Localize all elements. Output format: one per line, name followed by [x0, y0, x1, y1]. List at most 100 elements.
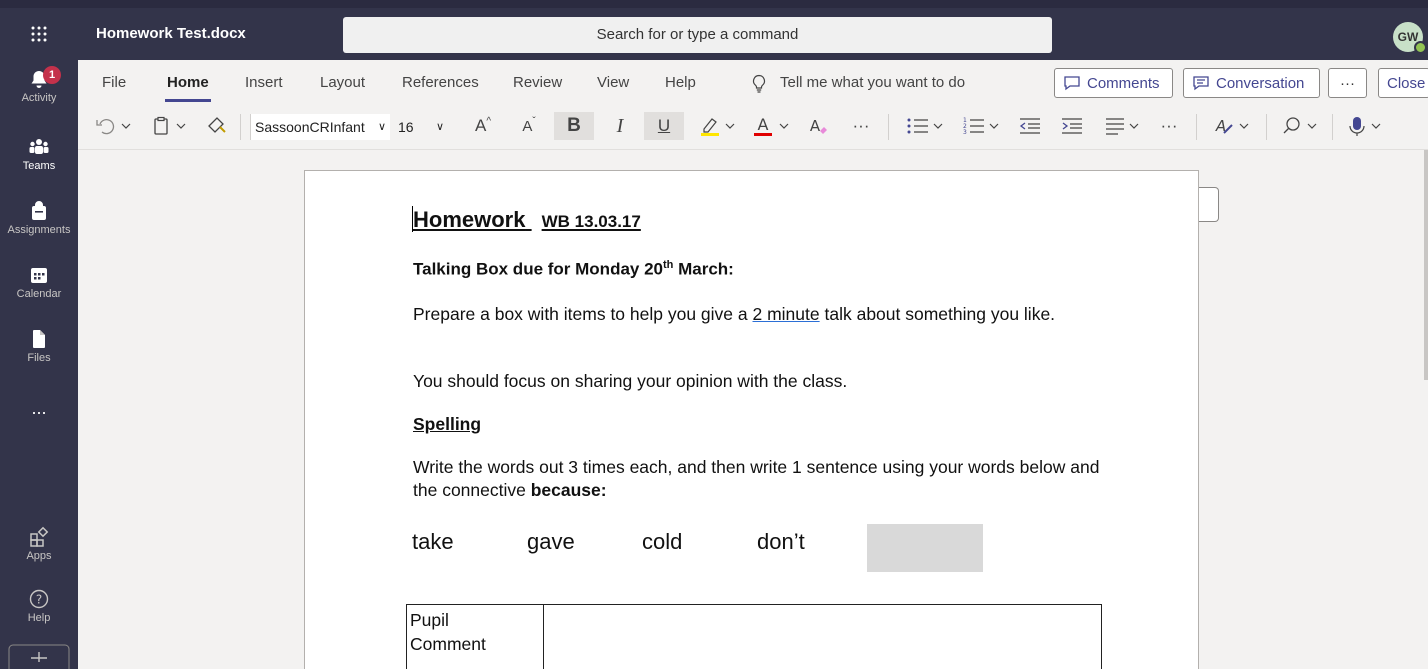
- italic-icon: I: [616, 114, 624, 137]
- file-icon: [33, 330, 45, 348]
- grow-font-button[interactable]: A ^: [468, 112, 498, 140]
- heading-homework: Homework: [413, 207, 526, 232]
- talking-box-text-end: March:: [673, 259, 734, 279]
- help-icon: ?: [29, 589, 49, 609]
- tab-file[interactable]: File: [102, 74, 126, 91]
- font-name-select[interactable]: SassoonCRInfant ∨: [250, 114, 390, 140]
- microphone-icon: [1349, 117, 1381, 136]
- styles-button[interactable]: A: [1210, 112, 1256, 140]
- activity-badge: 1: [43, 66, 61, 84]
- lightbulb-icon: [753, 74, 765, 93]
- table-label-line: Pupil: [410, 610, 449, 630]
- highlight-button[interactable]: [696, 112, 742, 140]
- svg-text:3: 3: [963, 129, 967, 136]
- more-options-button[interactable]: ···: [1328, 68, 1367, 98]
- talking-box-sup: th: [663, 259, 674, 271]
- more-options-icon: ···: [1340, 74, 1355, 92]
- font-color-button[interactable]: A: [750, 112, 796, 140]
- rail-item-calendar[interactable]: Calendar: [0, 264, 78, 300]
- pupil-comment-table: Pupil Comment: [406, 604, 1102, 669]
- align-button[interactable]: [1102, 112, 1150, 140]
- rail-item-activity[interactable]: 1 Activity: [0, 66, 78, 104]
- font-size-select[interactable]: 16 ∨: [396, 114, 450, 140]
- more-paragraph-options-button[interactable]: ···: [1154, 112, 1184, 140]
- close-button[interactable]: Close: [1378, 68, 1428, 98]
- tab-help[interactable]: Help: [665, 74, 696, 91]
- title-bar: Homework Test.docx Search for or type a …: [0, 0, 1428, 60]
- user-avatar[interactable]: GW: [1393, 22, 1427, 54]
- comments-button[interactable]: Comments: [1054, 68, 1173, 98]
- conversation-icon: [1193, 76, 1209, 91]
- rail-item-teams[interactable]: Teams: [0, 136, 78, 172]
- toolbar-separator: [888, 114, 889, 140]
- bullets-button[interactable]: [904, 112, 952, 140]
- underline-button[interactable]: U: [644, 112, 684, 140]
- tab-layout[interactable]: Layout: [320, 74, 365, 91]
- shaded-placeholder: [867, 524, 983, 572]
- tab-insert[interactable]: Insert: [245, 74, 283, 91]
- align-left-icon: [1106, 118, 1139, 135]
- rail-item-assignments[interactable]: Assignments: [0, 200, 78, 236]
- font-size-value: 16: [398, 119, 414, 135]
- rail-item-label: Files: [27, 352, 51, 364]
- highlighter-icon: [701, 118, 735, 136]
- increase-indent-button[interactable]: [1058, 112, 1086, 140]
- ellipsis-icon: ···: [1160, 116, 1178, 135]
- conversation-button[interactable]: Conversation: [1183, 68, 1320, 98]
- backpack-icon: [32, 201, 46, 220]
- find-button[interactable]: [1278, 112, 1324, 140]
- bold-icon: B: [567, 115, 581, 136]
- format-painter-button[interactable]: [204, 112, 230, 140]
- decrease-indent-button[interactable]: [1016, 112, 1044, 140]
- presence-available-icon: [1414, 41, 1427, 54]
- title-bar-accent: [0, 0, 1428, 8]
- clear-formatting-button[interactable]: A: [804, 112, 832, 140]
- tab-references[interactable]: References: [402, 74, 479, 91]
- italic-button[interactable]: I: [602, 112, 638, 140]
- document-heading: Homework WB 13.03.17: [413, 207, 641, 233]
- numbering-button[interactable]: 123: [960, 112, 1008, 140]
- dictate-button[interactable]: [1342, 112, 1388, 140]
- document-title: Homework Test.docx: [96, 25, 246, 42]
- styles-icon: A: [1215, 117, 1249, 135]
- table-label-line: Comment: [410, 634, 486, 654]
- search-icon: [1283, 117, 1317, 134]
- tab-home[interactable]: Home: [167, 74, 209, 91]
- rail-item-files[interactable]: Files: [0, 328, 78, 364]
- tab-review[interactable]: Review: [513, 74, 562, 91]
- comment-icon: [1064, 76, 1080, 91]
- undo-button[interactable]: [92, 112, 136, 140]
- clear-formatting-icon: A: [810, 117, 827, 135]
- rail-item-more[interactable]: ...: [0, 398, 78, 419]
- bold-button[interactable]: B: [554, 112, 594, 140]
- spelling-word: cold: [642, 529, 683, 554]
- more-icon: ...: [31, 398, 47, 418]
- tell-me-search[interactable]: Tell me what you want to do: [780, 74, 965, 91]
- spelling-word: gave: [527, 529, 575, 554]
- paste-button[interactable]: [150, 112, 194, 140]
- search-input[interactable]: Search for or type a command: [343, 17, 1052, 53]
- rail-item-label: Teams: [22, 160, 56, 172]
- vertical-scrollbar[interactable]: [1424, 150, 1428, 380]
- connective-word: because:: [530, 480, 607, 500]
- rail-item-label: Assignments: [7, 224, 71, 236]
- rail-item-download[interactable]: [0, 644, 78, 669]
- toolbar-separator: [240, 114, 241, 140]
- teams-icon: [29, 139, 49, 154]
- download-app-icon: [8, 644, 70, 669]
- rail-item-help[interactable]: ? Help: [0, 588, 78, 624]
- shrink-font-button[interactable]: Aˇ: [514, 112, 544, 140]
- spelling-instructions: Write the words out 3 times each, and th…: [413, 456, 1113, 502]
- heading-week-beginning: WB 13.03.17: [541, 212, 641, 231]
- app-launcher-icon[interactable]: [0, 8, 78, 60]
- grammar-flagged-text[interactable]: 2 minute: [753, 304, 820, 324]
- apps-icon: [30, 526, 49, 547]
- conversation-label: Conversation: [1216, 74, 1305, 92]
- more-font-options-button[interactable]: ···: [846, 112, 876, 140]
- rail-item-apps[interactable]: Apps: [0, 526, 78, 562]
- svg-text:A: A: [758, 115, 769, 134]
- comment-pane-edge[interactable]: [1199, 187, 1219, 222]
- instructions-text: Write the words out 3 times each, and th…: [413, 457, 1100, 500]
- undo-icon: [96, 118, 131, 135]
- tab-view[interactable]: View: [597, 74, 629, 91]
